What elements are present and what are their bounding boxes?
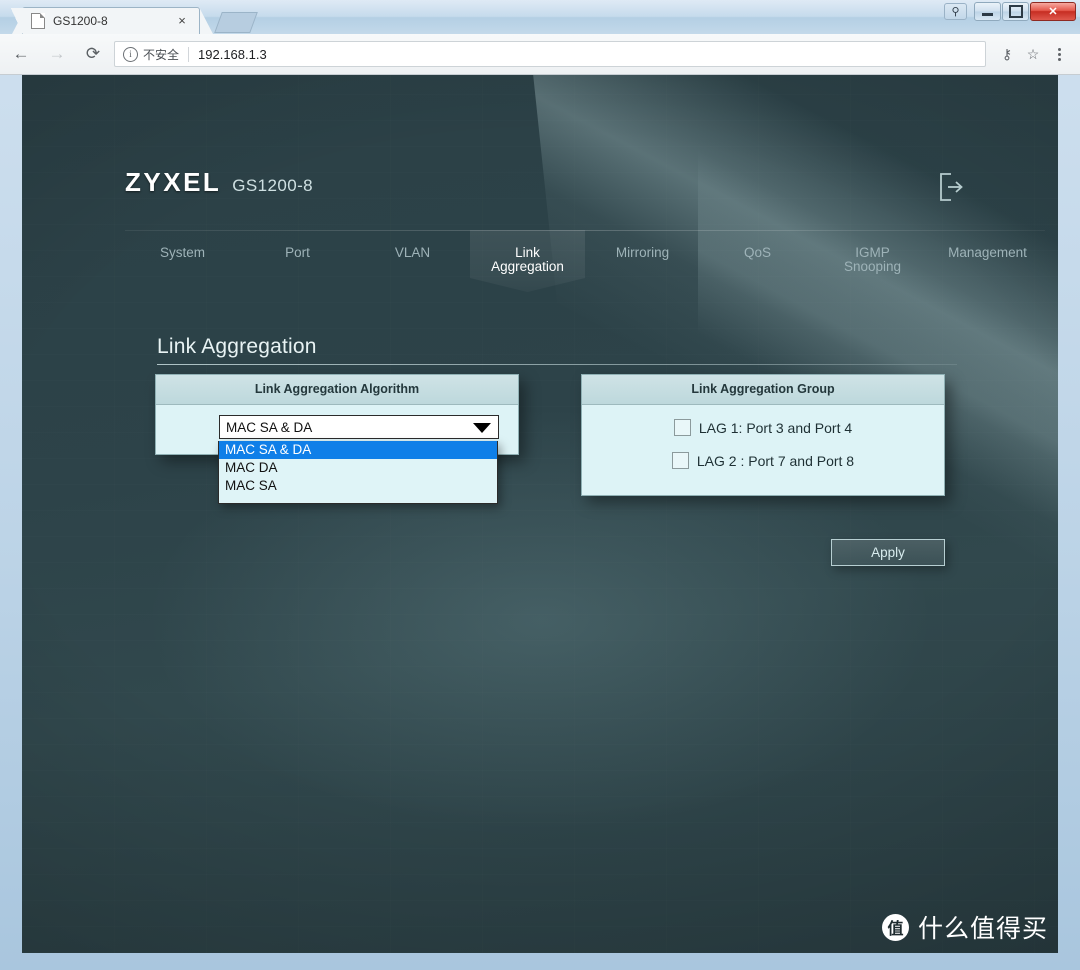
- nav-tab-port[interactable]: Port: [240, 230, 355, 278]
- nav-tab-qos[interactable]: QoS: [700, 230, 815, 278]
- page-favicon-icon: [31, 13, 45, 29]
- minimize-icon: [982, 13, 993, 16]
- info-icon[interactable]: i: [123, 46, 138, 62]
- lag1-label: LAG 1: Port 3 and Port 4: [698, 419, 853, 436]
- bookmark-star-icon[interactable]: ☆: [1020, 41, 1046, 67]
- watermark-text: 什么值得买: [917, 914, 1048, 943]
- nav-tab-vlan[interactable]: VLAN: [355, 230, 470, 278]
- algorithm-select-value: MAC SA & DA: [226, 419, 313, 435]
- algorithm-panel-header: Link Aggregation Algorithm: [156, 375, 518, 405]
- algorithm-option-mac-da[interactable]: MAC DA: [219, 459, 497, 477]
- watermark-logo-icon: 值: [881, 913, 909, 941]
- group-panel-header: Link Aggregation Group: [582, 375, 944, 405]
- nav-tab-label: VLAN: [394, 245, 431, 260]
- lag1-checkbox[interactable]: [673, 419, 691, 436]
- nav-tab-management[interactable]: Management: [930, 230, 1045, 278]
- maximize-icon: [1008, 5, 1023, 18]
- nav-tab-label-line2: Aggregation: [491, 259, 564, 274]
- nav-tab-list: System Port VLAN Link Aggregation Mirror…: [125, 230, 1045, 278]
- lag-row-1: LAG 1: Port 3 and Port 4: [582, 419, 944, 436]
- group-panel-body: LAG 1: Port 3 and Port 4 LAG 2 : Port 7 …: [582, 405, 944, 495]
- tab-right-curve: [199, 7, 213, 34]
- back-icon[interactable]: ←: [6, 39, 36, 69]
- page-viewport: ZYXEL GS1200-8 System Port VLAN Link Agg…: [22, 75, 1058, 953]
- nav-tab-label: Management: [948, 245, 1027, 260]
- nav-tab-label: Port: [285, 245, 310, 260]
- algorithm-select[interactable]: MAC SA & DA: [219, 415, 499, 439]
- algorithm-option-mac-sa-da[interactable]: MAC SA & DA: [219, 441, 497, 459]
- address-bar[interactable]: i 不安全 192.168.1.3: [114, 41, 986, 67]
- lag2-checkbox[interactable]: [671, 452, 689, 469]
- nav-tab-label-line2: Snooping: [843, 259, 902, 274]
- nav-tab-link-aggregation[interactable]: Link Aggregation: [470, 230, 585, 278]
- browser-toolbar: ← → ⟳ i 不安全 192.168.1.3 ⚷ ☆: [0, 34, 1080, 75]
- link-aggregation-group-panel: Link Aggregation Group LAG 1: Port 3 and…: [581, 374, 945, 496]
- reload-icon[interactable]: ⟳: [78, 39, 108, 69]
- algorithm-select-dropdown[interactable]: MAC SA & DA MAC DA MAC SA: [218, 441, 498, 504]
- forward-icon[interactable]: →: [42, 39, 72, 69]
- window-controls: ⚲ ✕: [943, 2, 1076, 21]
- chrome-menu-icon[interactable]: [1046, 41, 1072, 67]
- password-key-icon[interactable]: ⚷: [994, 41, 1020, 67]
- page-title: Link Aggregation: [157, 335, 317, 358]
- lag2-label: LAG 2 : Port 7 and Port 8: [696, 452, 855, 469]
- window-titlebar: GS1200-8 × ⚲ ✕: [0, 0, 1080, 34]
- nav-tab-mirroring[interactable]: Mirroring: [585, 230, 700, 278]
- browser-window: GS1200-8 × ⚲ ✕ ← → ⟳ i 不安全 192.168.1.3 ⚷…: [0, 0, 1080, 970]
- apply-button[interactable]: Apply: [831, 539, 945, 566]
- nav-tab-label: System: [159, 245, 205, 260]
- address-bar-url: 192.168.1.3: [198, 46, 267, 62]
- algorithm-option-mac-sa[interactable]: MAC SA: [219, 477, 497, 503]
- user-profile-button[interactable]: ⚲: [944, 3, 967, 20]
- watermark: 值 什么值得买: [881, 909, 1048, 945]
- main-navigation: System Port VLAN Link Aggregation Mirror…: [125, 156, 1045, 281]
- nav-tab-system[interactable]: System: [125, 230, 240, 278]
- nav-tab-label: Link: [515, 245, 540, 260]
- nav-tab-label: QoS: [743, 245, 771, 260]
- omnibox-divider: [188, 46, 190, 62]
- browser-tabstrip: GS1200-8 ×: [0, 0, 1080, 34]
- minimize-button[interactable]: [974, 2, 1001, 21]
- nav-tab-igmp-snooping[interactable]: IGMP Snooping: [815, 230, 930, 278]
- close-tab-icon[interactable]: ×: [175, 13, 189, 28]
- toolbar-actions: ⚷ ☆: [994, 41, 1080, 67]
- browser-tab-label: GS1200-8: [53, 14, 108, 28]
- chevron-down-icon: [473, 423, 491, 433]
- browser-tab[interactable]: GS1200-8 ×: [22, 7, 200, 34]
- security-status-label: 不安全: [143, 47, 180, 62]
- nav-tab-label: Mirroring: [615, 245, 670, 260]
- lag-row-2: LAG 2 : Port 7 and Port 8: [582, 452, 944, 469]
- close-window-button[interactable]: ✕: [1030, 2, 1076, 21]
- maximize-button[interactable]: [1002, 2, 1029, 21]
- nav-tab-label: IGMP: [855, 245, 890, 260]
- new-tab-button[interactable]: [214, 12, 258, 33]
- page-title-rule: [157, 364, 957, 365]
